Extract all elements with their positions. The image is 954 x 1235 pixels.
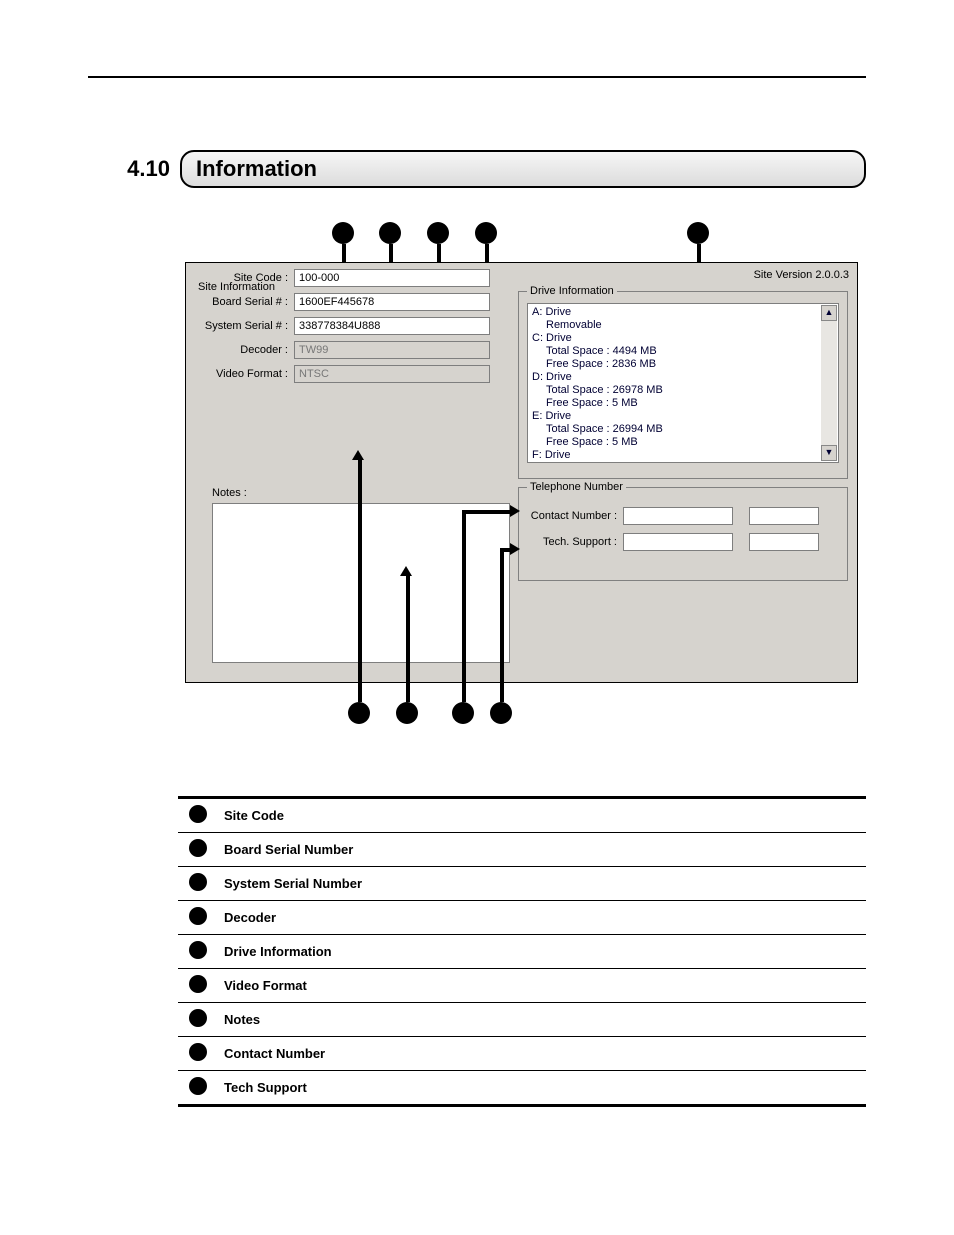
site-information-legend: Site Information — [198, 281, 275, 293]
callout-dot-5 — [687, 222, 709, 244]
drive-information-legend: Drive Information — [527, 285, 617, 297]
site-code-input[interactable] — [294, 269, 490, 287]
callout-dot-3 — [427, 222, 449, 244]
legend-dot-icon — [189, 1077, 207, 1095]
arrow-right-icon — [510, 543, 520, 555]
board-serial-label: Board Serial # : — [186, 296, 294, 308]
drive-line: Total Space : 26978 MB — [532, 384, 834, 397]
legend-row-label: Video Format — [218, 969, 866, 1003]
video-format-input — [294, 365, 490, 383]
callout-line — [462, 510, 466, 702]
drive-line: Total Space : 4494 MB — [532, 345, 834, 358]
legend-dot-icon — [189, 839, 207, 857]
system-serial-label: System Serial # : — [186, 320, 294, 332]
callout-line — [500, 548, 504, 702]
legend-dot-icon — [189, 975, 207, 993]
callout-line — [406, 576, 410, 702]
contact-number-input-2[interactable] — [749, 507, 819, 525]
telephone-legend: Telephone Number — [527, 481, 626, 493]
arrow-up-icon — [400, 566, 412, 576]
decoder-label: Decoder : — [186, 344, 294, 356]
site-version-label: Site Version 2.0.0.3 — [754, 269, 849, 281]
video-format-label: Video Format : — [186, 368, 294, 380]
scroll-up-button[interactable]: ▲ — [821, 305, 837, 321]
board-serial-input[interactable] — [294, 293, 490, 311]
legend-dot-icon — [189, 873, 207, 891]
tech-support-label: Tech. Support : — [527, 536, 623, 548]
callout-dot-8 — [452, 702, 474, 724]
drive-line: D: Drive — [532, 371, 834, 384]
legend-dot-icon — [189, 805, 207, 823]
contact-number-label: Contact Number : — [527, 510, 623, 522]
drive-information-group: Drive Information A: Drive Removable C: … — [518, 285, 848, 479]
telephone-number-group: Telephone Number Contact Number : Tech. … — [518, 481, 848, 581]
legend-row-label: System Serial Number — [218, 867, 866, 901]
drive-line: E: Drive — [532, 410, 834, 423]
system-serial-input[interactable] — [294, 317, 490, 335]
callout-line — [358, 460, 362, 702]
page-top-rule — [88, 76, 866, 78]
drive-line: Removable — [532, 319, 834, 332]
legend-row-label: Tech Support — [218, 1071, 866, 1106]
legend-row-label: Site Code — [218, 798, 866, 833]
drive-line: Total Space : 26994 MB — [532, 423, 834, 436]
section-header: 4.10 Information — [88, 150, 866, 188]
scroll-down-button[interactable]: ▼ — [821, 445, 837, 461]
legend-dot-icon — [189, 1043, 207, 1061]
tech-support-input-1[interactable] — [623, 533, 733, 551]
callout-dot-9 — [490, 702, 512, 724]
drive-line: C: Drive — [532, 332, 834, 345]
legend-row-label: Decoder — [218, 901, 866, 935]
drive-list[interactable]: A: Drive Removable C: Drive Total Space … — [527, 303, 839, 463]
callout-dot-6 — [348, 702, 370, 724]
notes-label: Notes : — [212, 487, 247, 499]
section-number: 4.10 — [88, 156, 180, 182]
drive-line: Free Space : 2836 MB — [532, 358, 834, 371]
legend-dot-icon — [189, 907, 207, 925]
drive-line: Free Space : 5 MB — [532, 397, 834, 410]
decoder-input — [294, 341, 490, 359]
legend-row-label: Drive Information — [218, 935, 866, 969]
tech-support-input-2[interactable] — [749, 533, 819, 551]
drive-line: F: Drive — [532, 449, 834, 462]
legend-row-label: Board Serial Number — [218, 833, 866, 867]
callout-dot-4 — [475, 222, 497, 244]
legend-row-label: Contact Number — [218, 1037, 866, 1071]
arrow-up-icon — [352, 450, 364, 460]
section-title: Information — [180, 150, 866, 188]
site-information-group: Site Code : Board Serial # : System Seri… — [186, 269, 510, 469]
callout-line — [462, 510, 512, 514]
callout-dot-7 — [396, 702, 418, 724]
callout-dot-1 — [332, 222, 354, 244]
legend-dot-icon — [189, 941, 207, 959]
drive-line: Total Space : 26994 MB — [532, 462, 834, 463]
drive-line: Free Space : 5 MB — [532, 436, 834, 449]
scroll-track[interactable] — [821, 321, 837, 445]
information-dialog: Site Version 2.0.0.3 Site Information Si… — [185, 262, 858, 683]
arrow-right-icon — [510, 505, 520, 517]
drive-line: A: Drive — [532, 306, 834, 319]
contact-number-input-1[interactable] — [623, 507, 733, 525]
legend-row-label: Notes — [218, 1003, 866, 1037]
legend-table: Site Code Board Serial Number System Ser… — [178, 796, 866, 1107]
callout-dot-2 — [379, 222, 401, 244]
legend-dot-icon — [189, 1009, 207, 1027]
